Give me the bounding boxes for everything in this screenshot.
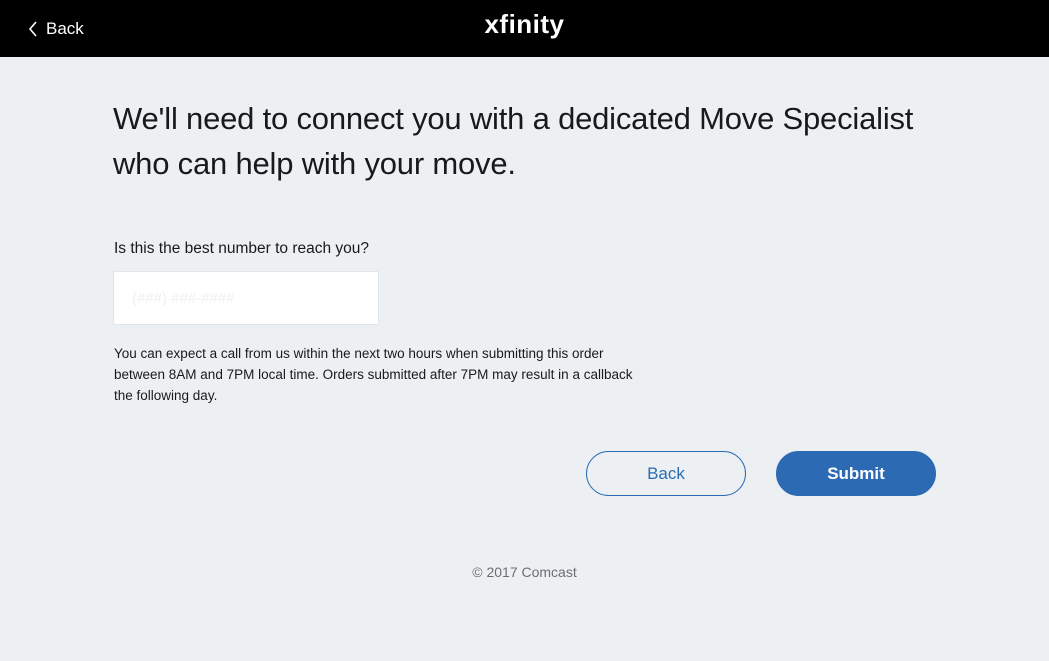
top-navigation-bar: Back xfinity bbox=[0, 0, 1049, 57]
back-button[interactable]: Back bbox=[586, 451, 746, 496]
xfinity-logo: xfinity bbox=[484, 9, 565, 39]
callback-notice: You can expect a call from us within the… bbox=[114, 346, 633, 403]
phone-question-label: Is this the best number to reach you? bbox=[114, 240, 370, 257]
page-headline: We'll need to connect you with a dedicat… bbox=[113, 101, 914, 181]
phone-number-input[interactable] bbox=[113, 271, 379, 325]
footer-copyright: © 2017 Comcast bbox=[472, 564, 577, 580]
submit-button[interactable]: Submit bbox=[776, 451, 936, 496]
